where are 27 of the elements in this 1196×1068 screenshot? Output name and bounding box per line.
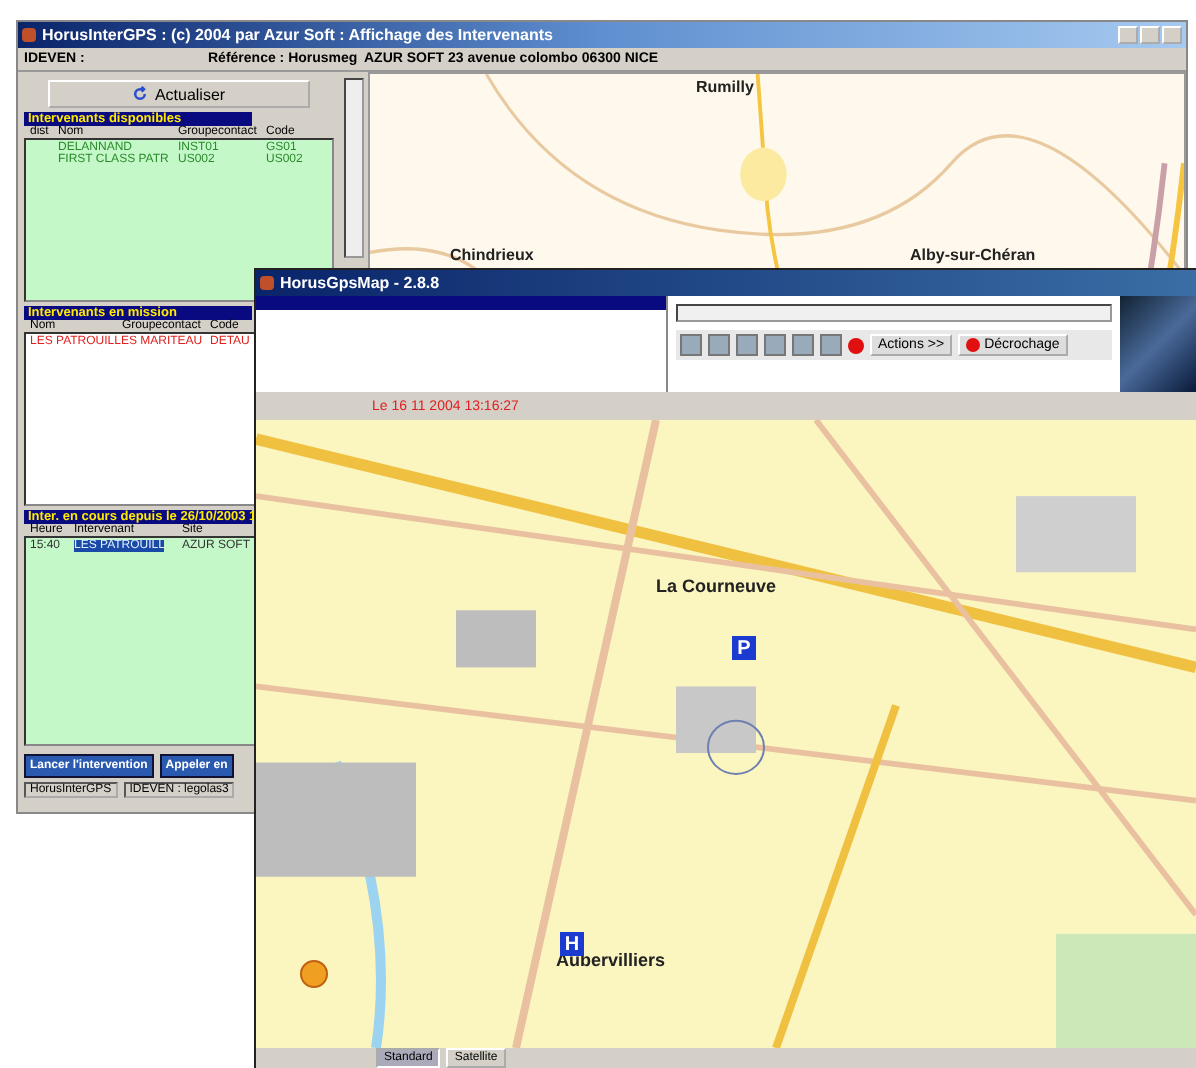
toolbar-icon[interactable]: [764, 334, 786, 356]
slider-track[interactable]: [676, 304, 1112, 322]
toolbar-icon[interactable]: [792, 334, 814, 356]
stop-icon: [848, 337, 864, 353]
close-button[interactable]: [1162, 26, 1182, 44]
toolbar-icon[interactable]: [736, 334, 758, 356]
place-label: Rumilly: [696, 78, 754, 96]
refresh-button[interactable]: Actualiser: [48, 80, 310, 108]
place-label: Aubervilliers: [556, 950, 666, 970]
place-label: Chindrieux: [450, 246, 534, 264]
selected-row[interactable]: [256, 296, 666, 310]
scrollbar[interactable]: [344, 78, 364, 258]
satellite-image: [1120, 296, 1196, 392]
window-title: HorusInterGPS : (c) 2004 par Azur Soft : Affichage des Intervenants: [42, 26, 553, 44]
app-icon: [260, 276, 274, 290]
window-title: HorusGpsMap - 2.8.8: [280, 274, 440, 292]
place-label: La Courneuve: [656, 576, 777, 596]
map-sign: H: [560, 932, 584, 956]
app-icon: [22, 28, 36, 42]
maximize-button[interactable]: [1140, 26, 1160, 44]
minimize-button[interactable]: [1118, 26, 1138, 44]
toolbar-icon[interactable]: [708, 334, 730, 356]
toolbar-icon[interactable]: [680, 334, 702, 356]
refresh-icon: [132, 86, 149, 102]
map-sign: P: [732, 636, 756, 660]
toolbar-icon[interactable]: [820, 334, 842, 356]
place-label: Alby-sur-Chéran: [910, 246, 1036, 264]
